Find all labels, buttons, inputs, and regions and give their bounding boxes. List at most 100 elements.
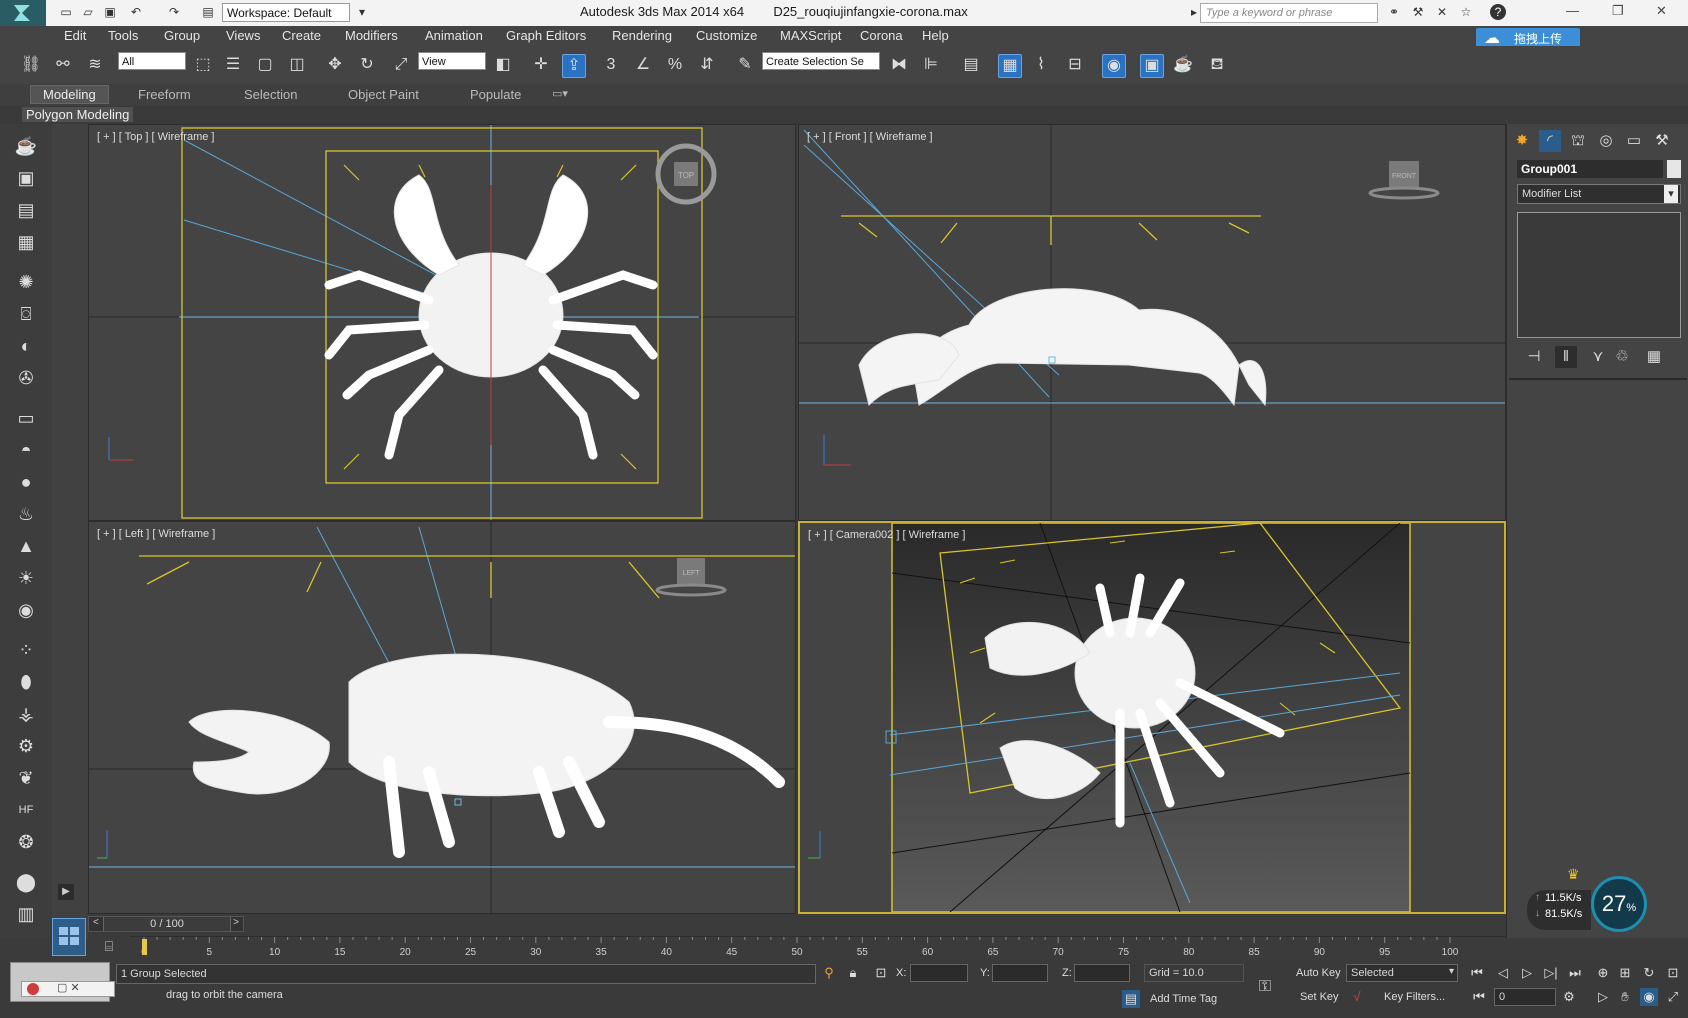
- dome-icon[interactable]: ◓: [14, 438, 38, 462]
- key-mode-dropdown[interactable]: Selected ▾: [1346, 964, 1458, 982]
- tab-object-paint[interactable]: Object Paint: [348, 87, 419, 102]
- tab-populate[interactable]: Populate: [470, 87, 521, 102]
- expand-arrow-icon[interactable]: ▶: [58, 884, 74, 900]
- go-to-end-icon[interactable]: ⏭: [1566, 964, 1584, 982]
- reference-coordinate-dropdown[interactable]: View: [418, 52, 486, 70]
- light-bulb-icon[interactable]: ✺: [14, 270, 38, 294]
- rendered-frame-window-icon[interactable]: ☕: [1172, 54, 1194, 76]
- sphere-icon[interactable]: ●: [14, 470, 38, 494]
- menu-help[interactable]: Help: [922, 28, 949, 43]
- auto-key-button[interactable]: Auto Key: [1296, 967, 1341, 979]
- binoculars-icon[interactable]: ⚭: [1386, 4, 1402, 20]
- camera-icon[interactable]: ⌼: [14, 302, 38, 326]
- curve-editor-mini-icon[interactable]: ⌸: [98, 938, 120, 956]
- object-name-field[interactable]: Group001: [1517, 160, 1663, 178]
- search-input[interactable]: Type a keyword or phrase: [1200, 3, 1378, 23]
- maximize-viewport-icon[interactable]: ⊡: [1664, 964, 1682, 982]
- select-link-icon[interactable]: ⛓: [20, 54, 42, 76]
- menu-maxscript[interactable]: MAXScript: [780, 28, 841, 43]
- track-bar[interactable]: 0510152025303540455055606570758085909510…: [130, 936, 1506, 961]
- sun-icon[interactable]: ☀: [14, 566, 38, 590]
- x-coordinate-field[interactable]: [910, 964, 968, 982]
- schematic-view-icon[interactable]: ⊟: [1064, 54, 1086, 76]
- undo-icon[interactable]: ↶: [128, 4, 144, 20]
- current-frame-field[interactable]: 0: [1494, 988, 1556, 1006]
- scene-explorer-icon[interactable]: ▦: [998, 54, 1022, 78]
- menu-corona[interactable]: Corona: [860, 28, 903, 43]
- keyboard-shortcut-override-icon[interactable]: ⇪: [562, 54, 586, 78]
- teapot-shape-icon[interactable]: ♨: [14, 502, 38, 526]
- tab-selection[interactable]: Selection: [244, 87, 297, 102]
- object-color-swatch[interactable]: [1667, 160, 1681, 178]
- viewport-left-label[interactable]: [ + ] [ Left ] [ Wireframe ]: [97, 528, 215, 540]
- motion-tab-icon[interactable]: ◎: [1595, 130, 1617, 152]
- modify-tab-icon[interactable]: ◜: [1539, 130, 1561, 152]
- set-key-button[interactable]: Set Key: [1300, 991, 1339, 1003]
- teapot-icon[interactable]: ☕: [14, 134, 38, 158]
- z-coordinate-field[interactable]: [1074, 964, 1130, 982]
- render-setup-icon[interactable]: ▣: [1140, 54, 1164, 78]
- pivot-center-icon[interactable]: ◧: [492, 54, 514, 76]
- viewcube-top[interactable]: TOP: [655, 143, 717, 205]
- tab-freeform[interactable]: Freeform: [138, 87, 191, 102]
- time-slider[interactable]: < 0 / 100 >: [88, 916, 244, 932]
- isolate-selection-icon[interactable]: ⚲: [820, 964, 838, 982]
- add-time-tag-label[interactable]: Add Time Tag: [1150, 993, 1217, 1005]
- menu-customize[interactable]: Customize: [696, 28, 757, 43]
- exchange-icon[interactable]: ✕: [1434, 4, 1450, 20]
- render-frame-icon[interactable]: ▣: [14, 166, 38, 190]
- help-icon[interactable]: ?: [1490, 4, 1506, 20]
- orbit-camera-icon[interactable]: ◉: [1640, 988, 1658, 1006]
- menu-group[interactable]: Group: [164, 28, 200, 43]
- bind-space-warp-icon[interactable]: ≋: [84, 54, 106, 76]
- create-tab-icon[interactable]: ✸: [1511, 130, 1533, 152]
- modifier-list-dropdown[interactable]: Modifier List ▾: [1517, 184, 1681, 204]
- edit-named-selection-icon[interactable]: ✎: [734, 54, 756, 76]
- remove-modifier-icon[interactable]: ♲: [1611, 346, 1633, 368]
- menu-modifiers[interactable]: Modifiers: [345, 28, 398, 43]
- menu-graph-editors[interactable]: Graph Editors: [506, 28, 586, 43]
- scale-icon[interactable]: ⤢: [390, 54, 412, 76]
- orbit-icon[interactable]: ↻: [1640, 964, 1658, 982]
- previous-frame-icon[interactable]: ◁: [1494, 964, 1512, 982]
- viewport-top-label[interactable]: [ + ] [ Top ] [ Wireframe ]: [97, 131, 214, 143]
- time-slider-thumb[interactable]: 0 / 100: [103, 917, 231, 931]
- menu-animation[interactable]: Animation: [425, 28, 483, 43]
- material-editor-icon[interactable]: ◉: [1102, 54, 1126, 78]
- window-crossing-icon[interactable]: ◫: [286, 54, 308, 76]
- tools-icon[interactable]: ⚒: [1410, 4, 1426, 20]
- viewcube-left[interactable]: LEFT: [655, 558, 727, 597]
- show-end-result-icon[interactable]: ‖: [1555, 346, 1577, 368]
- network-speed-widget[interactable]: ♛ ↑ 11.5K/s ↓ 81.5K/s 27%: [1527, 866, 1687, 938]
- viewport-top[interactable]: TOP [ + ] [ Top ] [ Wireframe ]: [88, 124, 796, 521]
- save-icon[interactable]: ▣: [102, 4, 118, 20]
- key-mode-toggle-icon[interactable]: ⏮: [1470, 988, 1488, 1006]
- workspace-dropdown[interactable]: Workspace: Default: [222, 3, 350, 22]
- cone-icon[interactable]: ▲: [14, 534, 38, 558]
- rotate-icon[interactable]: ↻: [356, 54, 378, 76]
- absolute-mode-icon[interactable]: ⊡: [872, 964, 890, 982]
- display-tab-icon[interactable]: ▭: [1623, 130, 1645, 152]
- key-filters-button[interactable]: Key Filters...: [1384, 991, 1445, 1003]
- viewport-camera-label[interactable]: [ + ] [ Camera002 ] [ Wireframe ]: [808, 529, 965, 541]
- snaps-toggle-icon[interactable]: 3: [600, 54, 622, 76]
- utilities-tab-icon[interactable]: ⚒: [1651, 130, 1673, 152]
- time-configuration-icon[interactable]: ⚙: [1560, 988, 1578, 1006]
- restore-icon[interactable]: ❐: [1612, 3, 1624, 19]
- field-of-view-icon[interactable]: ▷: [1594, 988, 1612, 1006]
- make-unique-icon[interactable]: ⋎: [1587, 346, 1609, 368]
- align-icon[interactable]: ⊫: [920, 54, 942, 76]
- redo-icon[interactable]: ↷: [166, 4, 182, 20]
- set-key-curve-icon[interactable]: √: [1348, 988, 1366, 1006]
- tab-modeling[interactable]: Modeling: [30, 85, 109, 104]
- viewport-camera[interactable]: [ + ] [ Camera002 ] [ Wireframe ]: [798, 521, 1506, 914]
- white-sphere-icon[interactable]: ⬤: [14, 870, 38, 894]
- gear-icon[interactable]: ⚙: [14, 734, 38, 758]
- pan-hand-icon[interactable]: ✋︎: [1616, 988, 1634, 1006]
- menu-tools[interactable]: Tools: [108, 28, 138, 43]
- close-icon[interactable]: ✕: [1656, 3, 1667, 19]
- project-folder-icon[interactable]: ▤: [200, 4, 216, 20]
- particles-icon[interactable]: ⁘: [14, 638, 38, 662]
- go-to-start-icon[interactable]: ⏮: [1468, 964, 1486, 982]
- zoom-all-icon[interactable]: ⊞: [1616, 964, 1634, 982]
